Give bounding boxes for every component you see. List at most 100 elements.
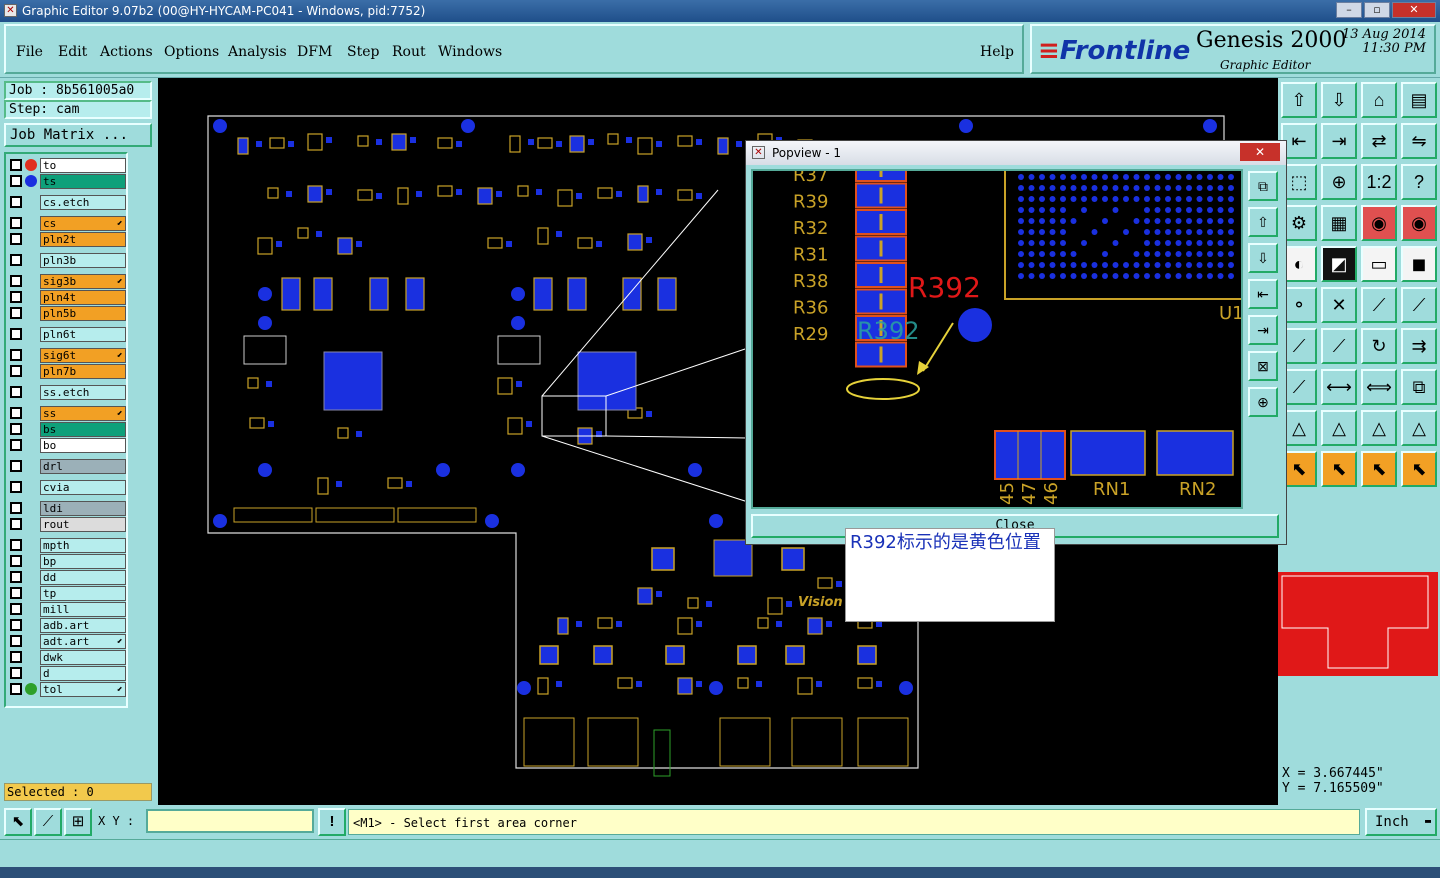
- layer-name[interactable]: rout: [40, 517, 126, 532]
- tool-line-icon[interactable]: ⟋: [1361, 287, 1397, 323]
- menu-windows[interactable]: Windows: [438, 44, 502, 60]
- layer-checkbox[interactable]: [10, 407, 22, 419]
- popview-zoom-in-icon[interactable]: ⇧: [1248, 207, 1278, 237]
- layer-row-sig3b[interactable]: sig3b ⬋: [8, 274, 126, 289]
- tool-swap-icon[interactable]: ⇄: [1361, 123, 1397, 159]
- tool-triangle-2-icon[interactable]: △: [1321, 410, 1357, 446]
- layer-checkbox[interactable]: [10, 233, 22, 245]
- tool-help-icon[interactable]: ?: [1401, 164, 1437, 200]
- tool-line-2-icon[interactable]: ⟋: [1401, 287, 1437, 323]
- popview-pan-right-icon[interactable]: ⇥: [1248, 315, 1278, 345]
- layer-checkbox[interactable]: [10, 439, 22, 451]
- layer-checkbox[interactable]: [10, 683, 22, 695]
- layer-checkbox[interactable]: [10, 539, 22, 551]
- layer-checkbox[interactable]: [10, 365, 22, 377]
- popview-pan-left-icon[interactable]: ⇤: [1248, 279, 1278, 309]
- popview-move-icon[interactable]: ⊕: [1248, 387, 1278, 417]
- layer-row-drl[interactable]: drl: [8, 459, 126, 474]
- layer-checkbox[interactable]: [10, 571, 22, 583]
- menu-rout[interactable]: Rout: [392, 44, 426, 60]
- layer-name[interactable]: tol ⬋: [40, 682, 126, 697]
- layer-row-pln4t[interactable]: pln4t: [8, 290, 126, 305]
- layer-checkbox[interactable]: [10, 291, 22, 303]
- layer-row-cs[interactable]: cs ⬋: [8, 216, 126, 231]
- layer-checkbox[interactable]: [10, 481, 22, 493]
- layer-checkbox[interactable]: [10, 328, 22, 340]
- layer-row-adt-art[interactable]: adt.art ⬋: [8, 634, 126, 649]
- layer-checkbox[interactable]: [10, 460, 22, 472]
- tool-measure-icon[interactable]: ⟷: [1321, 369, 1357, 405]
- layer-row-pln3b[interactable]: pln3b: [8, 253, 126, 268]
- layer-checkbox[interactable]: [10, 196, 22, 208]
- layer-name[interactable]: mpth: [40, 538, 126, 553]
- layer-name[interactable]: dd: [40, 570, 126, 585]
- layer-checkbox[interactable]: [10, 275, 22, 287]
- layer-name[interactable]: to: [40, 158, 126, 173]
- layer-name[interactable]: pln4t: [40, 290, 126, 305]
- units-select[interactable]: Inch ▬: [1365, 808, 1437, 836]
- tool-line-4-icon[interactable]: ⟋: [1321, 328, 1357, 364]
- measure-button[interactable]: ⟋: [34, 808, 62, 836]
- layer-row-bs[interactable]: bs: [8, 422, 126, 437]
- tool-move-icon[interactable]: ⊕: [1321, 164, 1357, 200]
- layer-row-dd[interactable]: dd: [8, 570, 126, 585]
- layer-checkbox[interactable]: [10, 555, 22, 567]
- layer-checkbox[interactable]: [10, 423, 22, 435]
- tool-pointer-2-icon[interactable]: ⬉: [1321, 451, 1357, 487]
- layer-checkbox[interactable]: [10, 619, 22, 631]
- snap-button[interactable]: ⊞: [64, 808, 92, 836]
- layer-name[interactable]: drl: [40, 459, 126, 474]
- layer-row-rout[interactable]: rout: [8, 517, 126, 532]
- layer-name[interactable]: cvia: [40, 480, 126, 495]
- menu-edit[interactable]: Edit: [58, 44, 87, 60]
- layer-name[interactable]: mill: [40, 602, 126, 617]
- layer-name[interactable]: ss.etch: [40, 385, 126, 400]
- layer-row-cs-etch[interactable]: cs.etch: [8, 195, 126, 210]
- layer-checkbox[interactable]: [10, 651, 22, 663]
- layer-checkbox[interactable]: [10, 175, 22, 187]
- select-arrow-button[interactable]: ⬉: [4, 808, 32, 836]
- xy-input[interactable]: [146, 809, 314, 833]
- layer-row-bp[interactable]: bp: [8, 554, 126, 569]
- layer-name[interactable]: sig3b ⬋: [40, 274, 126, 289]
- menu-help[interactable]: Help: [980, 44, 1014, 60]
- layer-checkbox[interactable]: [10, 635, 22, 647]
- layer-row-pln5b[interactable]: pln5b: [8, 306, 126, 321]
- tool-layer-a-icon[interactable]: ◉: [1361, 205, 1397, 241]
- menu-step[interactable]: Step: [347, 44, 379, 60]
- layer-name[interactable]: bo: [40, 438, 126, 453]
- layer-row-ss[interactable]: ss ⬋: [8, 406, 126, 421]
- layer-name[interactable]: ldi: [40, 501, 126, 516]
- tool-layer-b-icon[interactable]: ◉: [1401, 205, 1437, 241]
- layer-name[interactable]: adb.art: [40, 618, 126, 633]
- minimize-button[interactable]: –: [1336, 2, 1362, 18]
- tool-pan-right-icon[interactable]: ⇥: [1321, 123, 1357, 159]
- layer-checkbox[interactable]: [10, 307, 22, 319]
- tool-mirror-icon[interactable]: ◩: [1321, 246, 1357, 282]
- layer-row-ss-etch[interactable]: ss.etch: [8, 385, 126, 400]
- tool-snap-x-icon[interactable]: ✕: [1321, 287, 1357, 323]
- tool-panel-icon[interactable]: ▤: [1401, 82, 1437, 118]
- layer-checkbox[interactable]: [10, 502, 22, 514]
- layer-name[interactable]: bp: [40, 554, 126, 569]
- menu-options[interactable]: Options: [164, 44, 219, 60]
- tool-grid-view-icon[interactable]: ▦: [1321, 205, 1357, 241]
- layer-name[interactable]: cs.etch: [40, 195, 126, 210]
- menu-analysis[interactable]: Analysis: [228, 44, 287, 60]
- tool-measure-2-icon[interactable]: ⟺: [1361, 369, 1397, 405]
- layer-checkbox[interactable]: [10, 386, 22, 398]
- tool-pad-icon[interactable]: ◼: [1401, 246, 1437, 282]
- tool-pointer-3-icon[interactable]: ⬉: [1361, 451, 1397, 487]
- layer-row-dwk[interactable]: dwk: [8, 650, 126, 665]
- layer-checkbox[interactable]: [10, 217, 22, 229]
- tool-home-icon[interactable]: ⌂: [1361, 82, 1397, 118]
- layer-name[interactable]: pln6t: [40, 327, 126, 342]
- layer-checkbox[interactable]: [10, 254, 22, 266]
- tool-triangle-4-icon[interactable]: △: [1401, 410, 1437, 446]
- layer-row-bo[interactable]: bo: [8, 438, 126, 453]
- tool-align-icon[interactable]: ⇉: [1401, 328, 1437, 364]
- tool-flip-icon[interactable]: ⇋: [1401, 123, 1437, 159]
- layer-name[interactable]: dwk: [40, 650, 126, 665]
- tool-copy-icon[interactable]: ⧉: [1401, 369, 1437, 405]
- tool-pointer-4-icon[interactable]: ⬉: [1401, 451, 1437, 487]
